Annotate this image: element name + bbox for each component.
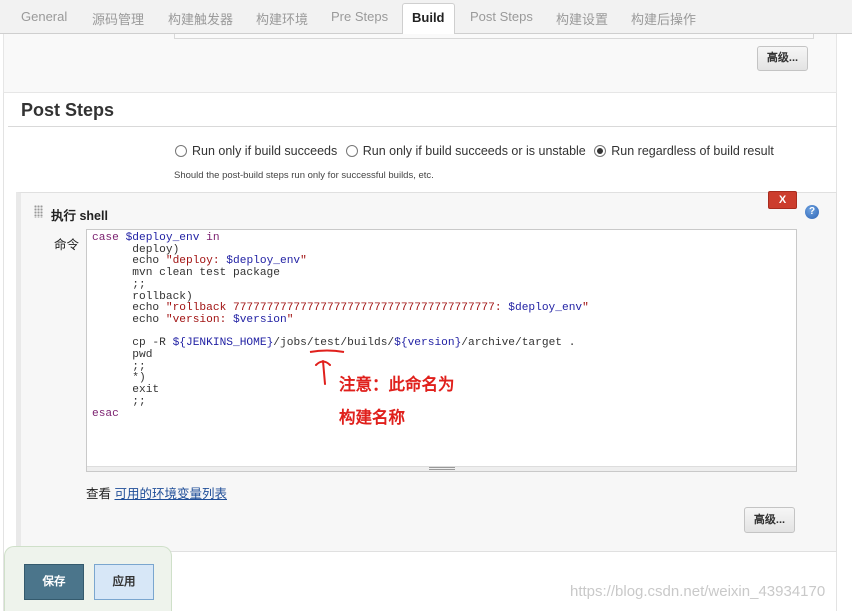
annotation-arrow-icon (315, 360, 331, 385)
annotation-markup (309, 349, 345, 385)
apply-button[interactable]: 应用 (94, 564, 154, 600)
watermark-text: https://blog.csdn.net/weixin_43934170 (570, 583, 826, 600)
annotation-line-1: 注意：此命名为 (339, 376, 455, 394)
save-button[interactable]: 保存 (24, 564, 84, 600)
annotation-note: 注意：此命名为 构建名称 (339, 369, 455, 435)
annotation-line-2: 构建名称 (339, 409, 405, 427)
annotation-underline (309, 349, 345, 353)
